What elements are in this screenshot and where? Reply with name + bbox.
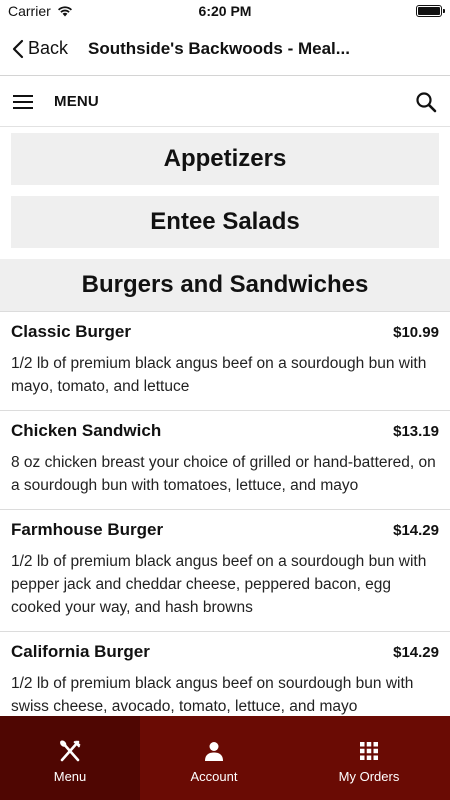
nav-bar: Back Southside's Backwoods - Meal... [0, 22, 450, 76]
tab-label: Account [190, 769, 238, 784]
back-label: Back [28, 38, 69, 58]
item-description: 8 oz chicken breast your choice of grill… [11, 454, 436, 494]
chevron-left-icon [12, 39, 24, 58]
item-price: $14.29 [393, 644, 439, 661]
tab-my-orders[interactable]: My Orders [288, 716, 450, 800]
item-name: Chicken Sandwich [11, 421, 162, 440]
person-icon [203, 739, 225, 763]
tab-label: My Orders [338, 769, 400, 784]
item-description: 1/2 lb of premium black angus beef on a … [11, 553, 427, 616]
menu-item[interactable]: Farmhouse Burger $14.29 1/2 lb of premiu… [0, 510, 450, 632]
back-button[interactable]: Back [0, 38, 88, 59]
menu-item[interactable]: California Burger $14.29 1/2 lb of premi… [0, 632, 450, 716]
item-price: $10.99 [393, 324, 439, 341]
tab-menu[interactable]: Menu [0, 716, 140, 800]
menu-item[interactable]: Chicken Sandwich $13.19 8 oz chicken bre… [0, 411, 450, 510]
item-description: 1/2 lb of premium black angus beef on a … [11, 355, 427, 395]
menu-item[interactable]: Classic Burger $10.99 1/2 lb of premium … [0, 312, 450, 411]
battery-icon [416, 5, 445, 17]
menu-content[interactable]: Appetizers Entee Salads Burgers and Sand… [0, 127, 450, 716]
wifi-icon [57, 6, 72, 17]
item-name: California Burger [11, 642, 150, 661]
item-name: Classic Burger [11, 322, 131, 341]
section-header[interactable]: Burgers and Sandwiches [0, 259, 450, 312]
status-bar: Carrier 6:20 PM [0, 0, 450, 22]
tab-account[interactable]: Account [140, 716, 288, 800]
category-appetizers[interactable]: Appetizers [11, 133, 439, 185]
page-title: Southside's Backwoods - Meal... [88, 38, 350, 58]
item-description: 1/2 lb of premium black angus beef on so… [11, 675, 414, 715]
fork-knife-icon [58, 739, 82, 763]
tab-label: Menu [53, 769, 87, 784]
item-name: Farmhouse Burger [11, 520, 164, 539]
status-left: Carrier [8, 3, 73, 19]
category-entree-salads[interactable]: Entee Salads [11, 196, 439, 248]
hamburger-menu-icon[interactable] [13, 94, 33, 109]
item-price: $14.29 [393, 522, 439, 539]
carrier-label: Carrier [8, 3, 51, 19]
item-price: $13.19 [393, 423, 439, 440]
menu-label: MENU [54, 93, 99, 110]
menu-header: MENU [0, 77, 450, 127]
search-icon[interactable] [415, 91, 437, 118]
grid-icon [359, 739, 379, 763]
tab-bar: Menu Account My Orders [0, 716, 450, 800]
